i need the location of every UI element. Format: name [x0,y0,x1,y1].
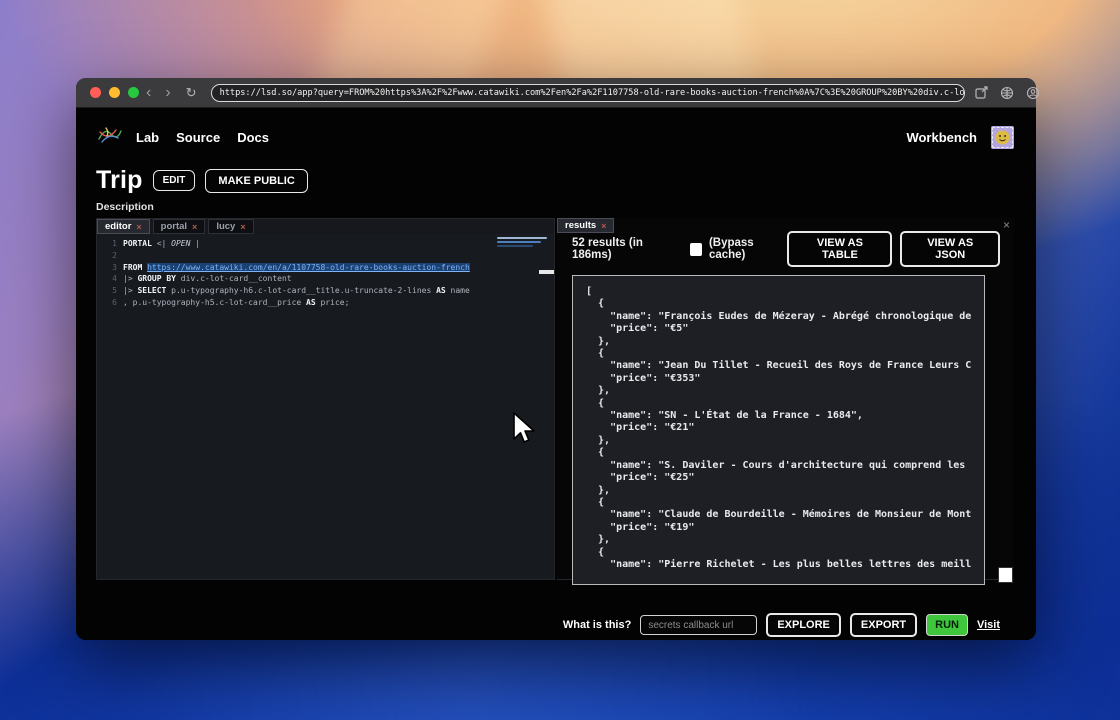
close-window-button[interactable] [90,87,101,98]
explore-button[interactable]: EXPLORE [766,613,841,637]
nav-item-source[interactable]: Source [176,130,220,145]
reload-icon[interactable]: ↻ [178,85,205,101]
results-summary: 52 results (in 186ms) [572,237,678,261]
globe-icon[interactable] [1000,86,1014,100]
nav-item-lab[interactable]: Lab [136,130,159,145]
tab-editor[interactable]: editor × [97,219,150,234]
tab-portal[interactable]: portal × [153,219,206,234]
app-logo[interactable] [96,124,122,151]
share-icon[interactable] [975,86,988,99]
resize-handle[interactable] [998,567,1013,583]
tab-lucy[interactable]: lucy × [208,219,253,234]
tab-close-icon[interactable]: × [192,222,197,232]
zoom-window-button[interactable] [128,87,139,98]
editor-gutter: 123456 [97,238,123,309]
minimize-window-button[interactable] [109,87,120,98]
desktop-wallpaper: ‹ › ↻ https://lsd.so/app?query=FROM%20ht… [0,0,1120,720]
page-title: Trip [96,166,143,195]
code-editor[interactable]: 123456 PORTAL <| OPEN | FROM https://www… [97,234,554,579]
tab-label: portal [161,221,187,232]
results-pane: results × × 52 results (in 186ms) (Bypas… [557,218,1014,580]
view-as-json-button[interactable]: VIEW AS JSON [900,231,1000,267]
avatar[interactable] [991,126,1014,149]
tab-close-icon[interactable]: × [240,222,245,232]
editor-minimap[interactable] [497,237,549,249]
what-is-this-label[interactable]: What is this? [563,619,631,631]
traffic-lights [90,87,139,98]
edit-button[interactable]: EDIT [153,170,196,191]
minimap-slider[interactable] [539,270,554,274]
browser-titlebar[interactable]: ‹ › ↻ https://lsd.so/app?query=FROM%20ht… [76,78,1036,108]
address-bar[interactable]: https://lsd.so/app?query=FROM%20https%3A… [211,84,965,102]
app-nav: Lab Source Docs Workbench [96,123,1014,151]
export-button[interactable]: EXPORT [850,613,917,637]
app-page: Lab Source Docs Workbench Trip EDIT [76,108,1036,640]
tab-label: results [565,220,596,231]
back-icon[interactable]: ‹ [139,85,158,101]
view-as-table-button[interactable]: VIEW AS TABLE [787,231,892,267]
secrets-callback-url-input[interactable] [640,615,757,635]
bypass-cache-label: (Bypass cache) [709,237,787,261]
make-public-button[interactable]: MAKE PUBLIC [205,169,307,193]
nav-item-docs[interactable]: Docs [237,130,269,145]
run-button[interactable]: RUN [926,614,968,636]
visit-link[interactable]: Visit [977,619,1000,631]
tab-label: lucy [216,221,235,232]
results-close-icon[interactable]: × [1003,218,1010,232]
json-output: [ { "name": "François Eudes de Mézeray -… [573,276,984,571]
tab-close-icon[interactable]: × [136,222,141,232]
editor-code[interactable]: PORTAL <| OPEN | FROM https://www.catawi… [123,238,554,309]
browser-window: ‹ › ↻ https://lsd.so/app?query=FROM%20ht… [76,78,1036,640]
tab-results[interactable]: results × [557,218,614,233]
tab-close-icon[interactable]: × [601,221,606,231]
tab-label: editor [105,221,131,232]
workbench-link[interactable]: Workbench [906,130,977,145]
editor-pane: editor × portal × lucy × [96,218,555,580]
bypass-cache-checkbox[interactable] [690,243,702,256]
json-results-viewer[interactable]: [ { "name": "François Eudes de Mézeray -… [572,275,985,585]
forward-icon[interactable]: › [158,85,177,101]
profile-icon[interactable] [1026,86,1040,100]
description-label: Description [96,201,154,213]
